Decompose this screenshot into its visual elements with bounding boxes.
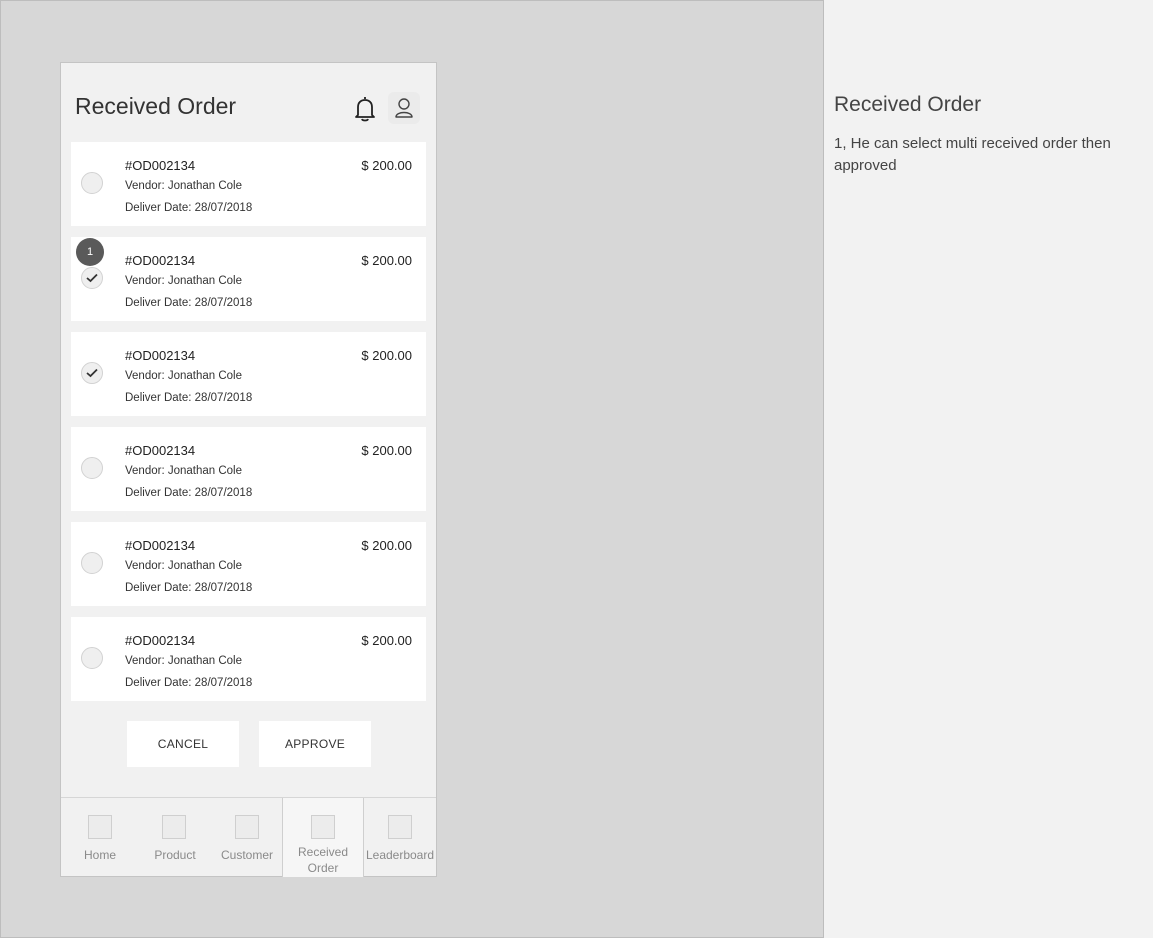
order-deliver-date: Deliver Date: 28/07/2018 [125,392,253,404]
home-icon [88,815,112,839]
order-id: #OD002134 [125,253,196,268]
annotation-badge: 1 [76,238,104,266]
select-radio[interactable] [81,172,103,194]
order-deliver-date: Deliver Date: 28/07/2018 [125,297,253,309]
order-id: #OD002134 [125,538,196,553]
user-icon[interactable] [388,92,420,124]
order-id: #OD002134 [125,158,196,173]
checkmark-icon [86,273,98,283]
order-card[interactable]: #OD002134 Vendor: Jonathan Cole Deliver … [71,142,426,226]
select-radio[interactable] [81,647,103,669]
order-card[interactable]: #OD002134 Vendor: Jonathan Cole Deliver … [71,522,426,606]
order-card[interactable]: #OD002134 Vendor: Jonathan Cole Deliver … [71,617,426,701]
tab-customer[interactable]: Customer [211,798,283,877]
order-amount: $ 200.00 [361,443,412,458]
order-id: #OD002134 [125,443,196,458]
order-deliver-date: Deliver Date: 28/07/2018 [125,582,253,594]
order-vendor: Vendor: Jonathan Cole [125,180,243,192]
order-amount: $ 200.00 [361,158,412,173]
order-deliver-date: Deliver Date: 28/07/2018 [125,487,253,499]
order-card[interactable]: #OD002134 Vendor: Jonathan Cole Deliver … [71,427,426,511]
checkmark-icon [86,368,98,378]
order-deliver-date: Deliver Date: 28/07/2018 [125,202,253,214]
tab-label: Customer [220,848,273,862]
received-order-icon [311,815,335,839]
tab-home[interactable]: Home [61,798,139,877]
wireframe-canvas: Received Order #OD002134 Vendor: Jonatha… [0,0,824,938]
order-id: #OD002134 [125,348,196,363]
select-radio[interactable] [81,457,103,479]
cancel-button[interactable]: CANCEL [127,721,239,767]
tab-label: Received Order [297,845,349,875]
order-amount: $ 200.00 [361,633,412,648]
order-vendor: Vendor: Jonathan Cole [125,370,243,382]
tab-product[interactable]: Product [139,798,211,877]
tab-leaderboard[interactable]: Leaderboard [364,798,436,877]
order-vendor: Vendor: Jonathan Cole [125,465,243,477]
bell-icon[interactable] [353,95,377,123]
customer-icon [235,815,259,839]
select-radio[interactable] [81,552,103,574]
notes-title: Received Order [834,93,982,116]
bottom-tab-bar: Home Product Customer Received Order Lea… [61,797,436,877]
leaderboard-icon [388,815,412,839]
approve-button[interactable]: APPROVE [259,721,371,767]
page-title: Received Order [75,93,237,119]
order-id: #OD002134 [125,633,196,648]
product-icon [162,815,186,839]
order-vendor: Vendor: Jonathan Cole [125,275,243,287]
order-amount: $ 200.00 [361,348,412,363]
order-vendor: Vendor: Jonathan Cole [125,655,243,667]
order-amount: $ 200.00 [361,253,412,268]
tab-received-order[interactable]: Received Order [282,798,364,877]
select-radio-checked[interactable] [81,267,103,289]
select-radio-checked[interactable] [81,362,103,384]
phone-screen: Received Order #OD002134 Vendor: Jonatha… [60,62,437,877]
order-amount: $ 200.00 [361,538,412,553]
tab-label: Product [154,848,196,862]
tab-label: Leaderboard [365,848,435,862]
order-vendor: Vendor: Jonathan Cole [125,560,243,572]
order-card[interactable]: 1 #OD002134 Vendor: Jonathan Cole Delive… [71,237,426,321]
notes-body: 1, He can select multi received order th… [834,135,1111,174]
tab-label: Home [83,848,116,862]
order-deliver-date: Deliver Date: 28/07/2018 [125,677,253,689]
order-card[interactable]: #OD002134 Vendor: Jonathan Cole Deliver … [71,332,426,416]
